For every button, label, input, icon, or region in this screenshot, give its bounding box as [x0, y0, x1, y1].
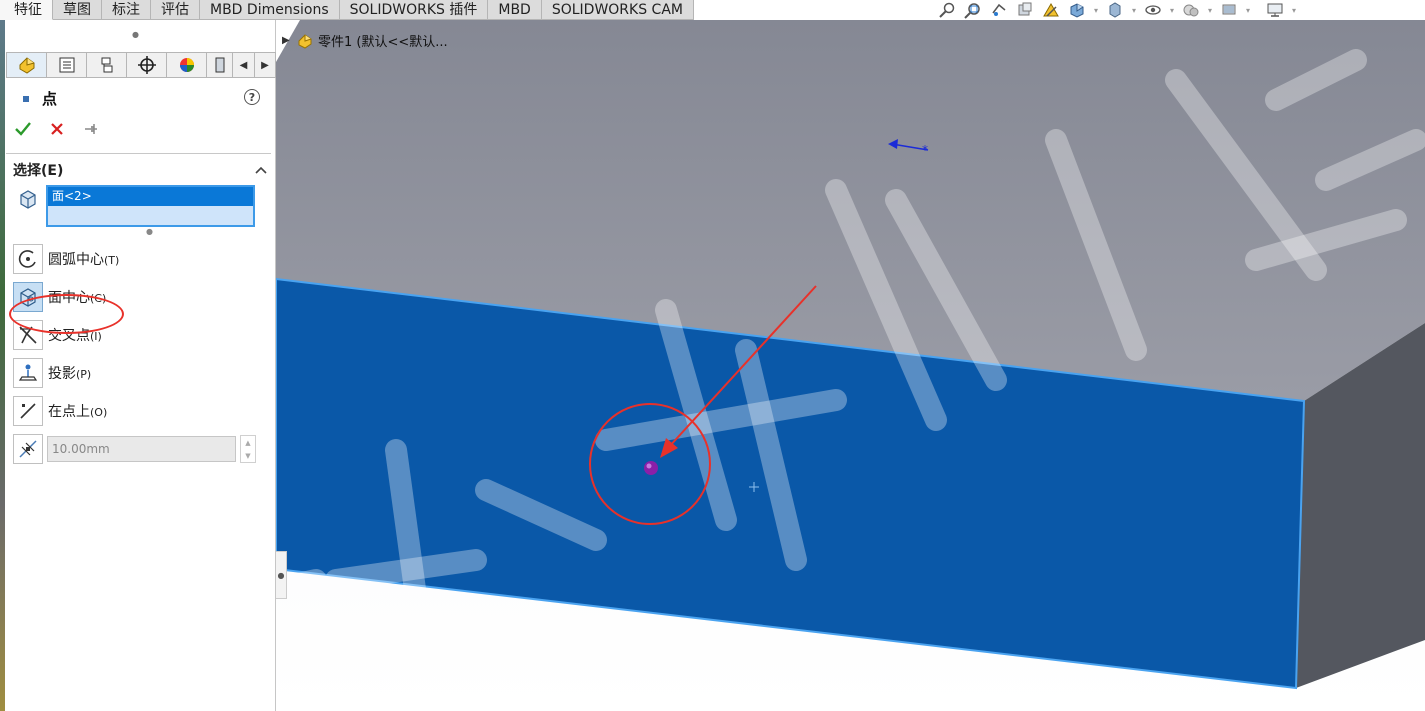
cam-tree-icon [215, 57, 224, 73]
tab-solidworks-addins[interactable]: SOLIDWORKS 插件 [339, 0, 489, 20]
edit-appearance-icon[interactable] [1180, 1, 1202, 19]
on-point-option[interactable]: 在点上(O) [13, 396, 107, 426]
help-icon[interactable]: ? [244, 89, 260, 105]
panel-collapse-handle[interactable]: ● [276, 551, 287, 599]
pushpin-icon[interactable] [81, 119, 101, 139]
tab-mbd-dimensions[interactable]: MBD Dimensions [200, 0, 340, 20]
projection-option[interactable]: 投影(P) [13, 358, 91, 388]
left-window-edge [0, 20, 5, 711]
feature-tree-root-label: 零件1 (默认<<默认... [318, 35, 448, 50]
tab-markup[interactable]: 标注 [102, 0, 151, 20]
page-title: 点 [42, 90, 58, 108]
tab-evaluate[interactable]: 评估 [151, 0, 200, 20]
panel-grip-icon[interactable]: ● [132, 30, 139, 39]
cancel-x-icon[interactable] [47, 119, 67, 139]
face-center-icon [20, 288, 36, 307]
on-point-label: 在点上(O) [48, 404, 108, 420]
point-feature-icon [23, 95, 29, 102]
arc-center-option[interactable]: 圆弧中心(T) [13, 244, 119, 274]
projection-label: 投影(P) [48, 366, 92, 382]
tabs-scroll-left-icon[interactable]: ◀ [232, 52, 254, 78]
intersection-option[interactable]: 交叉点(I) [13, 320, 102, 350]
color-wheel-icon [179, 58, 194, 72]
3d-scene[interactable]: * [276, 20, 1425, 711]
feature-tree-root[interactable]: ▶ 零件1 (默认<<默认... [282, 31, 448, 50]
point-marker[interactable] [644, 461, 658, 475]
feature-manager-tab[interactable] [6, 52, 46, 78]
distance-input[interactable]: 10.00mm [47, 436, 236, 462]
command-manager-tabs: 特征 草图 标注 评估 MBD Dimensions SOLIDWORKS 插件… [0, 0, 694, 20]
manager-tabs: ◀ ▶ [6, 52, 276, 78]
distance-row: 10.00mm ▲ ▼ [13, 434, 256, 464]
zoom-to-area-icon[interactable] [962, 1, 984, 19]
ok-check-icon[interactable] [13, 119, 33, 139]
selection-section-header[interactable]: 选择(E) [6, 153, 271, 180]
configuration-icon [101, 57, 112, 73]
tab-features[interactable]: 特征 [0, 0, 53, 20]
dimxpert-manager-tab[interactable] [126, 52, 166, 78]
arc-center-label: 圆弧中心(T) [48, 252, 120, 268]
list-resize-grip-icon[interactable]: ● [146, 227, 153, 236]
projection-icon [18, 364, 38, 381]
tab-sketch[interactable]: 草图 [53, 0, 102, 20]
point-marker-highlight [646, 463, 652, 469]
chevron-up-icon[interactable] [255, 166, 267, 174]
dropdown-arrow-icon[interactable]: ▾ [1244, 1, 1252, 19]
view-orientation-icon[interactable] [1066, 1, 1088, 19]
display-style-icon[interactable] [1104, 1, 1126, 19]
arc-center-button[interactable] [13, 244, 43, 274]
intersection-label: 交叉点(I) [48, 328, 102, 344]
dropdown-arrow-icon[interactable]: ▾ [1168, 1, 1176, 19]
selection-list-item[interactable]: 面<2> [48, 187, 253, 206]
on-point-button[interactable] [13, 396, 43, 426]
configuration-manager-tab[interactable] [86, 52, 126, 78]
apply-scene-icon[interactable] [1218, 1, 1240, 19]
hide-show-items-icon[interactable] [1142, 1, 1164, 19]
crosshair-icon [137, 56, 156, 74]
dropdown-arrow-icon[interactable]: ▾ [1290, 1, 1298, 19]
distance-type-button[interactable] [13, 434, 43, 464]
face-center-button[interactable] [13, 282, 43, 312]
heads-up-view-toolbar: ▾ ▾ ▾ ▾ ▾ ▾ [936, 1, 1298, 19]
section-view-icon[interactable] [1014, 1, 1036, 19]
property-manager-actions [13, 119, 101, 139]
selection-list-box[interactable]: 面<2> [46, 185, 255, 227]
cam-manager-tab[interactable] [206, 52, 232, 78]
previous-view-icon[interactable] [988, 1, 1010, 19]
face-center-label: 面中心(C) [48, 290, 107, 306]
projection-button[interactable] [13, 358, 43, 388]
tree-expand-arrow-icon[interactable]: ▶ [282, 35, 292, 46]
part-icon [298, 33, 312, 49]
part-icon [19, 57, 34, 74]
property-list-icon [59, 57, 74, 73]
zoom-to-fit-icon[interactable] [936, 1, 958, 19]
on-point-icon [20, 403, 36, 419]
graphics-viewport[interactable]: * ▶ 零件1 (默认<<默认... ● [276, 20, 1425, 711]
selection-section-label: 选择(E) [13, 163, 64, 179]
property-manager-header: 点 [22, 88, 57, 109]
intersection-button[interactable] [13, 320, 43, 350]
arc-center-icon [18, 250, 36, 268]
view-settings-monitor-icon[interactable] [1264, 1, 1286, 19]
dropdown-arrow-icon[interactable]: ▾ [1130, 1, 1138, 19]
distance-points-icon [19, 440, 37, 458]
dropdown-arrow-icon[interactable]: ▾ [1206, 1, 1214, 19]
spin-down-icon[interactable]: ▼ [241, 449, 255, 462]
property-manager-panel: ● ◀ ▶ 点 ? 选择(E) 面<2> ● 圆弧中心(T) 面中心(C) 交叉… [0, 20, 276, 711]
tab-solidworks-cam[interactable]: SOLIDWORKS CAM [541, 0, 694, 20]
tab-mbd[interactable]: MBD [488, 0, 542, 20]
face-center-option[interactable]: 面中心(C) [13, 282, 106, 312]
dynamic-annotation-icon[interactable] [1040, 1, 1062, 19]
distance-spinner[interactable]: ▲ ▼ [240, 435, 256, 463]
tabs-scroll-right-icon[interactable]: ▶ [254, 52, 276, 78]
svg-text:*: * [922, 143, 928, 157]
spin-up-icon[interactable]: ▲ [241, 436, 255, 449]
intersection-icon [19, 326, 37, 344]
property-manager-tab[interactable] [46, 52, 86, 78]
face-selection-icon [20, 190, 36, 209]
dropdown-arrow-icon[interactable]: ▾ [1092, 1, 1100, 19]
display-manager-tab[interactable] [166, 52, 206, 78]
